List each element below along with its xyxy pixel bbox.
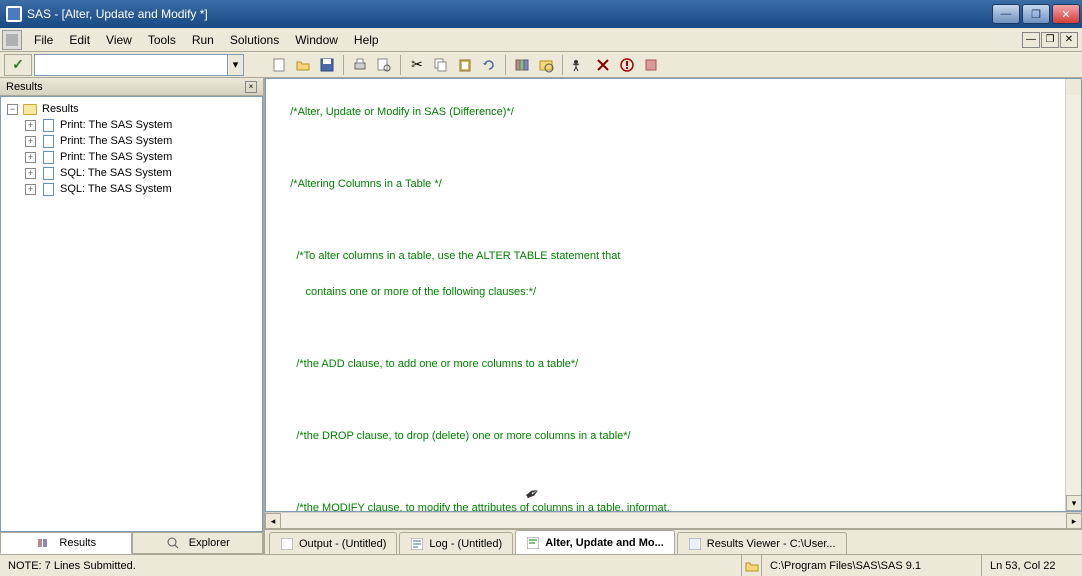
- scroll-right-button[interactable]: ▸: [1066, 513, 1082, 529]
- explorer-button[interactable]: [535, 54, 557, 76]
- cut-button[interactable]: ✂: [406, 54, 428, 76]
- tab-log-label: Log - (Untitled): [429, 538, 502, 550]
- paste-button[interactable]: [454, 54, 476, 76]
- folder-icon: [22, 102, 38, 116]
- expand-icon[interactable]: +: [25, 136, 36, 147]
- collapse-icon[interactable]: −: [7, 104, 18, 115]
- submit-check-button[interactable]: ✓: [4, 54, 32, 76]
- tree-item-sql[interactable]: + SQL: The SAS System: [5, 181, 262, 197]
- results-panel: Results × − Results + Print: The SAS Sys…: [0, 78, 265, 554]
- results-tab[interactable]: Results: [0, 533, 132, 554]
- command-dropdown-button[interactable]: ▾: [227, 55, 243, 75]
- menu-help[interactable]: Help: [346, 31, 387, 49]
- expand-icon[interactable]: +: [25, 184, 36, 195]
- menu-edit[interactable]: Edit: [61, 31, 98, 49]
- copy-button[interactable]: [430, 54, 452, 76]
- tab-results-label: Results Viewer - C:\User...: [707, 538, 836, 550]
- results-tree[interactable]: − Results + Print: The SAS System + Prin…: [0, 96, 263, 532]
- results-tab-label: Results: [59, 537, 96, 549]
- sas-menu-icon[interactable]: [2, 30, 22, 50]
- break-button[interactable]: [616, 54, 638, 76]
- tree-root-results[interactable]: − Results: [5, 101, 262, 117]
- menu-window[interactable]: Window: [287, 31, 346, 49]
- undo-button[interactable]: [478, 54, 500, 76]
- window-title: SAS - [Alter, Update and Modify *]: [27, 7, 992, 21]
- app-icon: [6, 6, 22, 22]
- status-folder-icon: [742, 555, 762, 576]
- status-message: NOTE: 7 Lines Submitted.: [0, 555, 742, 576]
- document-icon: [40, 118, 56, 132]
- menu-file[interactable]: File: [26, 31, 61, 49]
- close-button[interactable]: ✕: [1052, 4, 1080, 24]
- tree-root-label: Results: [42, 103, 79, 115]
- tree-item-label: SQL: The SAS System: [60, 167, 172, 179]
- explorer-tab-label: Explorer: [189, 537, 230, 549]
- print-preview-button[interactable]: [373, 54, 395, 76]
- clear-button[interactable]: [592, 54, 614, 76]
- status-cursor-position: Ln 53, Col 22: [982, 555, 1082, 576]
- editor-icon: [526, 536, 540, 550]
- document-icon: [40, 134, 56, 148]
- minimize-button[interactable]: —: [992, 4, 1020, 24]
- results-panel-header: Results ×: [0, 78, 263, 96]
- new-button[interactable]: [268, 54, 290, 76]
- output-icon: [280, 537, 294, 551]
- explorer-tab[interactable]: Explorer: [132, 533, 264, 554]
- tree-item-label: SQL: The SAS System: [60, 183, 172, 195]
- mdi-minimize-button[interactable]: —: [1022, 32, 1040, 48]
- code-editor[interactable]: /*Alter, Update or Modify in SAS (Differ…: [265, 78, 1082, 512]
- submit-button[interactable]: [568, 54, 590, 76]
- horizontal-scrollbar[interactable]: ◂ ▸: [265, 512, 1082, 528]
- document-icon: [40, 182, 56, 196]
- results-icon: [35, 536, 51, 550]
- document-icon: [40, 150, 56, 164]
- window-titlebar: SAS - [Alter, Update and Modify *] — ❐ ✕: [0, 0, 1082, 28]
- menu-bar: File Edit View Tools Run Solutions Windo…: [0, 28, 1082, 52]
- print-button[interactable]: [349, 54, 371, 76]
- tab-editor[interactable]: Alter, Update and Mo...: [515, 530, 675, 554]
- menu-tools[interactable]: Tools: [140, 31, 184, 49]
- tree-item-label: Print: The SAS System: [60, 151, 172, 163]
- tree-item-print[interactable]: + Print: The SAS System: [5, 149, 262, 165]
- tree-item-print[interactable]: + Print: The SAS System: [5, 117, 262, 133]
- editor-tabs: Output - (Untitled) Log - (Untitled) Alt…: [265, 528, 1082, 554]
- log-icon: [410, 537, 424, 551]
- menu-view[interactable]: View: [98, 31, 140, 49]
- save-button[interactable]: [316, 54, 338, 76]
- menu-run[interactable]: Run: [184, 31, 222, 49]
- results-viewer-icon: [688, 537, 702, 551]
- vertical-scrollbar[interactable]: ▴ ▾: [1065, 79, 1081, 511]
- tab-output[interactable]: Output - (Untitled): [269, 532, 397, 554]
- document-icon: [40, 166, 56, 180]
- tab-results-viewer[interactable]: Results Viewer - C:\User...: [677, 532, 847, 554]
- status-path: C:\Program Files\SAS\SAS 9.1: [762, 555, 982, 576]
- help-button[interactable]: [640, 54, 662, 76]
- libraries-button[interactable]: [511, 54, 533, 76]
- command-box[interactable]: ▾: [34, 54, 244, 76]
- open-button[interactable]: [292, 54, 314, 76]
- tab-output-label: Output - (Untitled): [299, 538, 386, 550]
- status-bar: NOTE: 7 Lines Submitted. C:\Program File…: [0, 554, 1082, 576]
- mdi-restore-button[interactable]: ❐: [1041, 32, 1059, 48]
- tree-item-label: Print: The SAS System: [60, 135, 172, 147]
- tree-item-label: Print: The SAS System: [60, 119, 172, 131]
- editor-area: /*Alter, Update or Modify in SAS (Differ…: [265, 78, 1082, 554]
- panel-pin-button[interactable]: ×: [245, 81, 257, 93]
- tree-item-print[interactable]: + Print: The SAS System: [5, 133, 262, 149]
- scroll-down-button[interactable]: ▾: [1066, 495, 1082, 511]
- mdi-close-button[interactable]: ✕: [1060, 32, 1078, 48]
- tab-log[interactable]: Log - (Untitled): [399, 532, 513, 554]
- maximize-button[interactable]: ❐: [1022, 4, 1050, 24]
- expand-icon[interactable]: +: [25, 120, 36, 131]
- expand-icon[interactable]: +: [25, 152, 36, 163]
- explorer-icon: [165, 536, 181, 550]
- tab-editor-label: Alter, Update and Mo...: [545, 537, 664, 549]
- tree-item-sql[interactable]: + SQL: The SAS System: [5, 165, 262, 181]
- menu-solutions[interactable]: Solutions: [222, 31, 287, 49]
- scroll-left-button[interactable]: ◂: [265, 513, 281, 529]
- results-panel-title: Results: [6, 81, 43, 93]
- toolbar: ✓ ▾ ✂: [0, 52, 1082, 78]
- expand-icon[interactable]: +: [25, 168, 36, 179]
